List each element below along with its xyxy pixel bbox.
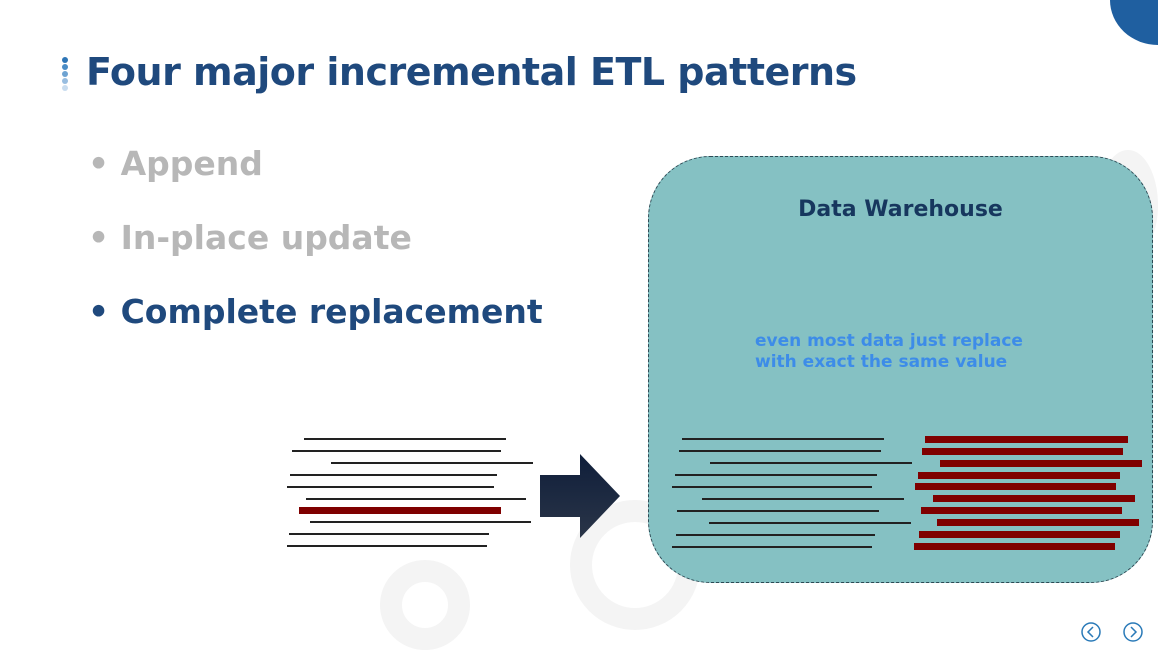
warehouse-replaced-row [937,519,1139,526]
source-row [310,521,531,523]
source-row-changed [299,507,501,514]
warehouse-replaced-row [921,507,1122,514]
source-row [287,486,494,488]
warehouse-replaced-row [919,531,1120,538]
warehouse-replaced-row [933,495,1135,502]
warehouse-replaced-row [918,472,1120,479]
note-line: even most data just replace [755,331,1023,351]
data-warehouse-label: Data Warehouse [798,197,1003,222]
source-row [331,462,533,464]
annotation-note: even most data just replace with exact t… [755,331,1023,373]
bullet-in-place-update: • In-place update [88,218,412,257]
source-row [290,474,497,476]
warehouse-old-row [676,534,875,536]
warehouse-old-row [672,486,872,488]
bullet-label: Append [120,144,263,183]
next-slide-button[interactable] [1122,621,1144,643]
corner-logo [1110,0,1158,45]
warehouse-replaced-row [940,460,1142,467]
source-row [306,498,526,500]
warehouse-old-row [682,438,884,440]
bullet-append: • Append [88,144,263,183]
warehouse-old-row [675,474,877,476]
warehouse-replaced-row [914,543,1115,550]
warehouse-replaced-row [922,448,1123,455]
source-row [289,533,489,535]
warehouse-old-row [672,546,872,548]
warehouse-old-row [702,498,904,500]
note-line: with exact the same value [755,352,1008,372]
slide-title: Four major incremental ETL patterns [86,50,857,94]
bullet-label: Complete replacement [120,292,543,331]
warehouse-old-row [679,450,881,452]
prev-slide-button[interactable] [1080,621,1102,643]
warehouse-replaced-row [915,483,1116,490]
source-row [292,450,501,452]
warehouse-old-row [710,462,912,464]
warehouse-replaced-row [925,436,1128,443]
source-row [287,545,487,547]
warehouse-old-row [709,522,911,524]
bullet-label: In-place update [120,218,412,257]
warehouse-old-row [677,510,879,512]
source-row [304,438,506,440]
watermark-circle [380,560,470,650]
arrow-right-icon [540,454,620,538]
bullet-complete-replacement: • Complete replacement [88,292,543,331]
